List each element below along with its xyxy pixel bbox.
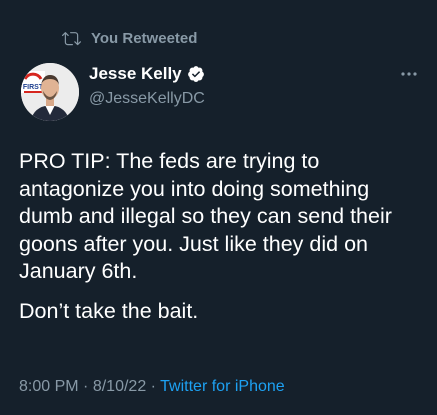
more-options-button[interactable] xyxy=(398,63,420,85)
avatar[interactable]: FIRST xyxy=(21,63,79,121)
tweet-metadata: 8:00 PM · 8/10/22 · Twitter for iPhone xyxy=(19,378,285,396)
retweet-icon xyxy=(62,31,81,45)
author-handle[interactable]: @JesseKellyDC xyxy=(89,90,205,108)
tweet-source-link[interactable]: Twitter for iPhone xyxy=(160,378,285,395)
more-icon xyxy=(401,72,417,76)
avatar-badge-text: FIRST xyxy=(23,84,44,91)
tweet-text: PRO TIP: The feds are trying to antagoni… xyxy=(19,148,419,337)
tweet-paragraph: PRO TIP: The feds are trying to antagoni… xyxy=(19,149,392,283)
verified-badge-icon xyxy=(187,66,204,82)
meta-separator: · xyxy=(83,378,89,395)
retweet-indicator: You Retweeted xyxy=(62,27,197,49)
tweet-time[interactable]: 8:00 PM xyxy=(19,378,79,395)
tweet-paragraph: Don’t take the bait. xyxy=(19,298,199,323)
tweet-date[interactable]: 8/10/22 xyxy=(93,378,146,395)
author-name-row[interactable]: Jesse Kelly xyxy=(89,64,205,84)
author-name[interactable]: Jesse Kelly xyxy=(89,64,182,84)
meta-separator: · xyxy=(150,378,156,395)
retweet-label: You Retweeted xyxy=(91,29,198,47)
